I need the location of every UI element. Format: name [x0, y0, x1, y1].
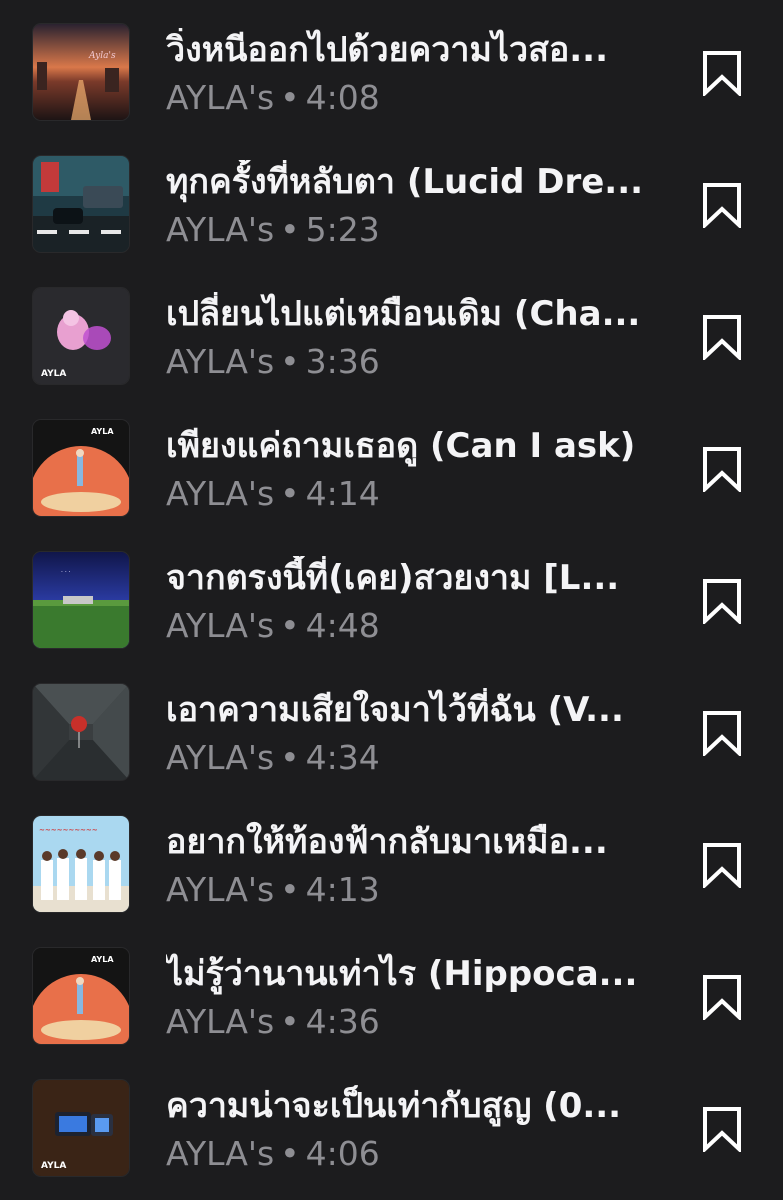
track-duration: 4:08: [305, 78, 380, 117]
band-photo-icon: ~~~~~~~~~~: [33, 816, 129, 912]
separator: •: [280, 474, 300, 513]
track-meta: AYLA's • 3:36: [166, 340, 380, 384]
track-title: วิ่งหนีออกไปด้วยความไวสอ...: [166, 30, 608, 70]
artist-name: AYLA's: [166, 210, 275, 249]
svg-text:Ayla's: Ayla's: [88, 51, 116, 61]
track-meta: AYLA's • 5:23: [166, 208, 380, 252]
svg-text:AYLA: AYLA: [41, 369, 66, 379]
track-title: ทุกครั้งที่หลับตา (Lucid Dre...: [166, 162, 644, 202]
track-meta: AYLA's • 4:14: [166, 472, 380, 516]
track-title: อยากให้ท้องฟ้ากลับมาเหมือ...: [166, 822, 608, 862]
artist-name: AYLA's: [166, 606, 275, 645]
blue-device-icon: AYLA: [33, 1080, 129, 1176]
artist-name: AYLA's: [166, 1134, 275, 1173]
track-duration: 4:34: [305, 738, 380, 777]
track-title: ความน่าจะเป็นเท่ากับสูญ (0...: [166, 1086, 622, 1126]
track-meta: AYLA's • 4:13: [166, 868, 380, 912]
track-duration: 4:48: [305, 606, 380, 645]
separator: •: [280, 1134, 300, 1173]
separator: •: [280, 606, 300, 645]
bookmark-icon[interactable]: [700, 50, 744, 96]
artist-name: AYLA's: [166, 870, 275, 909]
album-art[interactable]: AYLA: [33, 948, 129, 1044]
album-art[interactable]: [33, 156, 129, 252]
track-title: จากตรงนี้ที่(เคย)สวยงาม [L...: [166, 558, 620, 598]
album-art[interactable]: AYLA: [33, 420, 129, 516]
bookmark-icon[interactable]: [700, 1106, 744, 1152]
artist-name: AYLA's: [166, 738, 275, 777]
orange-planet-icon: AYLA: [33, 420, 129, 516]
separator: •: [280, 1002, 300, 1041]
svg-text:AYLA: AYLA: [91, 955, 114, 964]
separator: •: [280, 870, 300, 909]
track-duration: 5:23: [305, 210, 380, 249]
track-duration: 4:06: [305, 1134, 380, 1173]
artist-name: AYLA's: [166, 474, 275, 513]
bookmark-icon[interactable]: [700, 182, 744, 228]
track-meta: AYLA's • 4:48: [166, 604, 380, 648]
bookmark-icon[interactable]: [700, 842, 744, 888]
track-title: เอาความเสียใจมาไว้ที่ฉัน (V...: [166, 690, 624, 730]
bookmark-icon[interactable]: [700, 446, 744, 492]
track-title: เพียงแค่ถามเธอดู (Can I ask): [166, 426, 636, 466]
album-art[interactable]: [33, 684, 129, 780]
sunset-city-icon: Ayla's: [33, 24, 129, 120]
album-art[interactable]: ~~~~~~~~~~: [33, 816, 129, 912]
album-art[interactable]: · · ·: [33, 552, 129, 648]
svg-text:AYLA: AYLA: [91, 427, 114, 436]
track-meta: AYLA's • 4:36: [166, 1000, 380, 1044]
track-duration: 4:13: [305, 870, 380, 909]
track-row[interactable]: AYLA เปลี่ยนไปแต่เหมือนเดิม (Cha... AYLA…: [0, 264, 783, 396]
track-row[interactable]: AYLA ความน่าจะเป็นเท่ากับสูญ (0... AYLA'…: [0, 1056, 783, 1188]
album-art[interactable]: Ayla's: [33, 24, 129, 120]
track-row[interactable]: ~~~~~~~~~~ อยากให้ท้องฟ้ากลับมาเหมือ... …: [0, 792, 783, 924]
track-duration: 3:36: [305, 342, 380, 381]
svg-text:· · ·: · · ·: [61, 569, 71, 576]
separator: •: [280, 78, 300, 117]
track-row[interactable]: ทุกครั้งที่หลับตา (Lucid Dre... AYLA's • 5…: [0, 132, 783, 264]
bookmark-icon[interactable]: [700, 974, 744, 1020]
album-art[interactable]: AYLA: [33, 288, 129, 384]
track-duration: 4:14: [305, 474, 380, 513]
track-row[interactable]: · · · จากตรงนี้ที่(เคย)สวยงาม [L... AYLA…: [0, 528, 783, 660]
track-meta: AYLA's • 4:06: [166, 1132, 380, 1176]
track-row[interactable]: เอาความเสียใจมาไว้ที่ฉัน (V... AYLA's • 4:…: [0, 660, 783, 792]
track-list: Ayla's วิ่งหนีออกไปด้วยความไวสอ... AYLA'…: [0, 0, 783, 1200]
track-title: เปลี่ยนไปแต่เหมือนเดิม (Cha...: [166, 294, 641, 334]
track-row[interactable]: AYLA เพียงแค่ถามเธอดู (Can I ask) AYLA's…: [0, 396, 783, 528]
bookmark-icon[interactable]: [700, 314, 744, 360]
green-field-icon: · · ·: [33, 552, 129, 648]
separator: •: [280, 342, 300, 381]
artist-name: AYLA's: [166, 342, 275, 381]
separator: •: [280, 738, 300, 777]
track-meta: AYLA's • 4:08: [166, 76, 380, 120]
svg-text:AYLA: AYLA: [41, 1161, 66, 1171]
track-meta: AYLA's • 4:34: [166, 736, 380, 780]
pink-figure-icon: AYLA: [33, 288, 129, 384]
orange-planet-icon: AYLA: [33, 948, 129, 1044]
bookmark-icon[interactable]: [700, 578, 744, 624]
artist-name: AYLA's: [166, 1002, 275, 1041]
album-art[interactable]: AYLA: [33, 1080, 129, 1176]
bookmark-icon[interactable]: [700, 710, 744, 756]
artist-name: AYLA's: [166, 78, 275, 117]
svg-text:~~~~~~~~~~: ~~~~~~~~~~: [39, 826, 98, 834]
separator: •: [280, 210, 300, 249]
street-car-icon: [33, 156, 129, 252]
track-duration: 4:36: [305, 1002, 380, 1041]
track-row[interactable]: Ayla's วิ่งหนีออกไปด้วยความไวสอ... AYLA'…: [0, 0, 783, 132]
red-balloon-icon: [33, 684, 129, 780]
track-title: ไม่รู้ว่านานเท่าไร (Hippoca...: [166, 954, 638, 994]
track-row[interactable]: AYLA ไม่รู้ว่านานเท่าไร (Hippoca... AYLA…: [0, 924, 783, 1056]
